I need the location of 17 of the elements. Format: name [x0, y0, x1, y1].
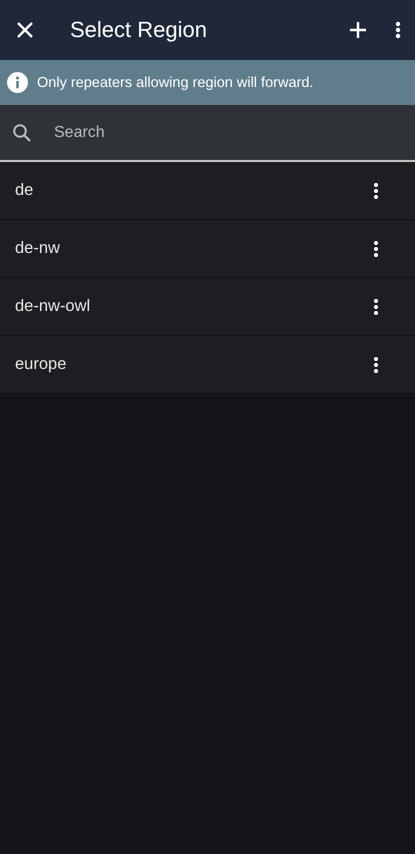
search-bar[interactable]: Search — [0, 105, 415, 162]
region-item[interactable]: europe — [0, 336, 415, 394]
more-icon — [395, 21, 401, 39]
more-icon — [373, 356, 379, 374]
more-icon — [373, 298, 379, 316]
search-icon — [12, 122, 32, 142]
plus-icon — [349, 21, 367, 39]
region-item[interactable]: de-nw-owl — [0, 278, 415, 336]
banner-text: Only repeaters allowing region will forward. — [37, 74, 314, 90]
close-icon — [16, 21, 34, 39]
info-icon — [7, 72, 28, 93]
more-icon — [373, 182, 379, 200]
region-item[interactable]: de — [0, 162, 415, 220]
search-field[interactable]: Search — [52, 122, 403, 142]
window-title: Select Region — [70, 17, 208, 43]
region-item[interactable]: de-nw — [0, 220, 415, 278]
more-icon — [373, 240, 379, 258]
